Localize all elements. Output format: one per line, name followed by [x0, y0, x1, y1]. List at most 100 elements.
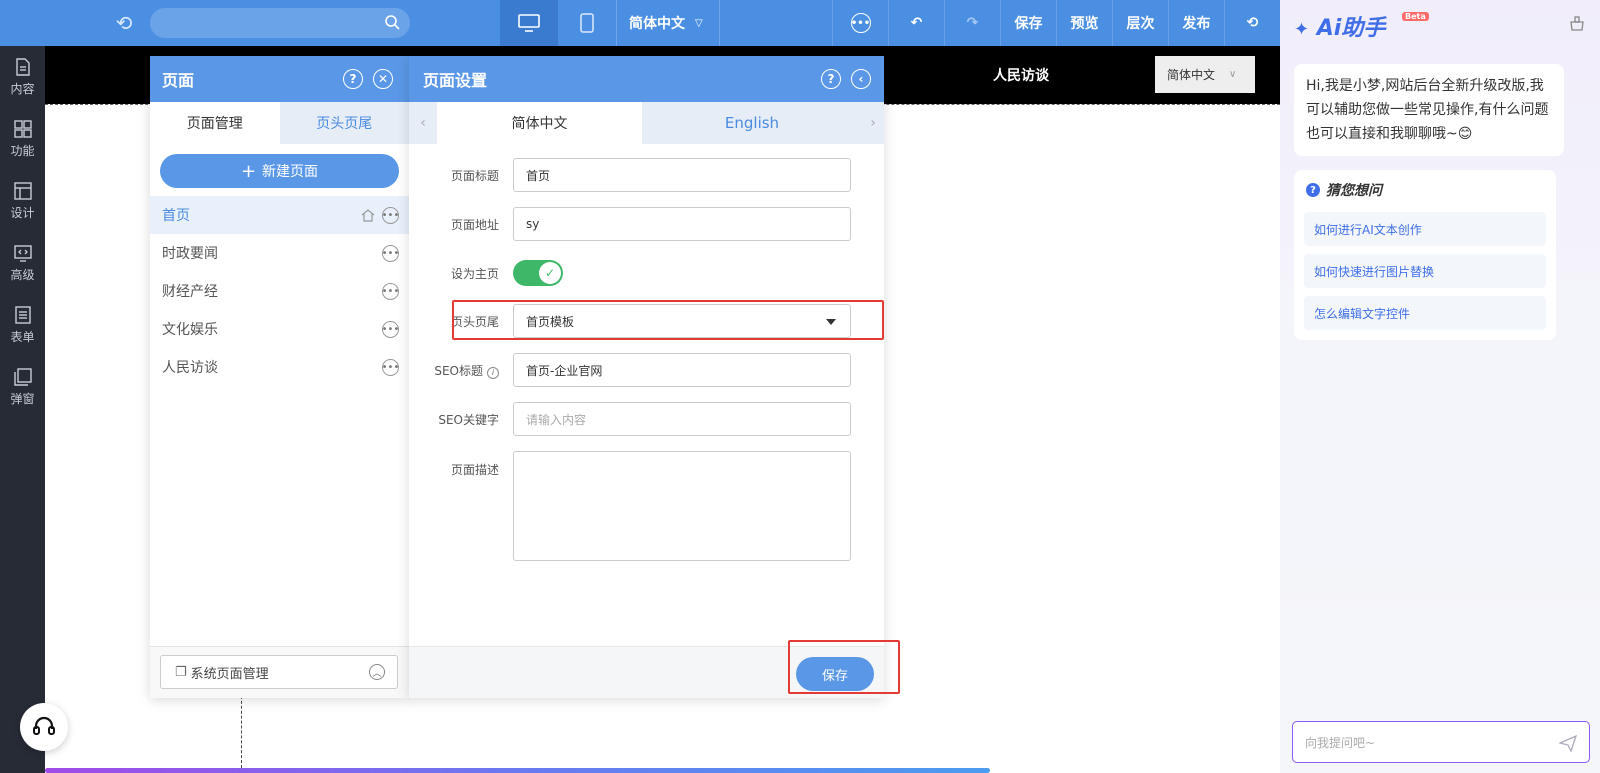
homepage-toggle[interactable]: ✓: [513, 260, 563, 286]
progress-bar: [45, 768, 990, 773]
tab-lang-en[interactable]: English: [642, 102, 862, 144]
suggested-title: 猜您想问: [1326, 183, 1382, 199]
sidebar-item-label: 设计: [10, 206, 35, 220]
form-icon: [14, 306, 31, 324]
top-toolbar: ⟲ 简体中文 ▽ ••• ↶ ↷ 保存 预览 层次 发布 ⟲: [0, 0, 1280, 46]
form-row-homepage: 设为主页 ✓: [409, 260, 563, 286]
page-title-input[interactable]: 首页: [513, 158, 851, 192]
ai-chat-input[interactable]: 向我提问吧~: [1292, 721, 1590, 763]
site-nav-item[interactable]: 人民访谈: [993, 65, 1049, 85]
sidebar-item-popup[interactable]: 弹窗: [0, 356, 45, 418]
tab-lang-zh[interactable]: 简体中文: [437, 102, 642, 144]
help-icon[interactable]: ?: [821, 69, 841, 89]
system-pages-label: 系统页面管理: [190, 666, 269, 682]
ai-greeting-message: Hi,我是小梦,网站后台全新升级改版,我可以辅助您做一些常见操作,有什么问题也可…: [1294, 64, 1564, 156]
customer-service-button[interactable]: [20, 703, 68, 751]
page-list-item[interactable]: 人民访谈 •••: [150, 348, 409, 386]
page-url-input[interactable]: sy: [513, 207, 851, 241]
search-input[interactable]: [150, 8, 410, 38]
check-icon: ✓: [539, 262, 561, 284]
help-icon[interactable]: ?: [343, 69, 363, 89]
plus-icon: +: [240, 160, 257, 182]
publish-button[interactable]: 发布: [1168, 0, 1224, 46]
ai-input-placeholder: 向我提问吧~: [1305, 735, 1376, 750]
page-list-item[interactable]: 财经产经 •••: [150, 272, 409, 310]
more-icon[interactable]: •••: [382, 283, 399, 300]
toolbar-actions: ••• ↶ ↷ 保存 预览 层次 发布 ⟲: [832, 0, 1280, 46]
suggested-question[interactable]: 如何进行AI文本创作: [1304, 212, 1546, 246]
seo-title-text: SEO标题: [434, 363, 483, 378]
settings-language-tabs: ‹ 简体中文 English ›: [409, 102, 884, 144]
home-icon: [361, 209, 375, 222]
clear-icon[interactable]: [1568, 14, 1586, 32]
back-icon[interactable]: ⟲: [112, 11, 136, 35]
suggested-question[interactable]: 怎么编辑文字控件: [1304, 296, 1546, 330]
highlight-header-footer: [452, 300, 884, 340]
form-row-url: 页面地址 sy: [409, 207, 851, 241]
layers-button[interactable]: 层次: [1112, 0, 1168, 46]
preview-button[interactable]: 预览: [1056, 0, 1112, 46]
save-toolbar-button[interactable]: 保存: [1000, 0, 1056, 46]
new-page-label: 新建页面: [262, 164, 319, 180]
sidebar-item-content[interactable]: 内容: [0, 46, 45, 108]
seo-title-input[interactable]: 首页-企业官网: [513, 353, 851, 387]
desktop-view-button[interactable]: [500, 0, 558, 46]
site-language-label: 简体中文: [1167, 68, 1216, 82]
page-url-label: 页面地址: [450, 217, 499, 232]
popup-icon: [13, 368, 32, 386]
design-icon: [13, 182, 32, 200]
sidebar-item-functions[interactable]: 功能: [0, 108, 45, 170]
beta-badge: Beta: [1402, 12, 1429, 21]
redo-button[interactable]: ↷: [944, 0, 1000, 46]
seo-keywords-input[interactable]: 请输入内容: [513, 402, 851, 436]
device-switcher: [500, 0, 616, 46]
site-language-select[interactable]: 简体中文 ∨: [1155, 56, 1255, 93]
more-icon[interactable]: •••: [382, 359, 399, 376]
history-button[interactable]: ⟲: [1224, 0, 1280, 46]
close-icon[interactable]: ✕: [373, 69, 393, 89]
sidebar-item-label: 表单: [10, 330, 35, 344]
left-sidebar: 内容 功能 设计 高级 表单 弹窗: [0, 46, 45, 773]
sidebar-item-label: 弹窗: [10, 392, 35, 406]
question-icon: ?: [1306, 183, 1320, 197]
language-dropdown[interactable]: 简体中文 ▽: [616, 0, 720, 46]
page-settings-panel: 页面设置 ? ‹ ‹ 简体中文 English › 页面标题 首页 页面地址 s…: [409, 56, 884, 698]
sidebar-item-design[interactable]: 设计: [0, 170, 45, 232]
sidebar-item-advanced[interactable]: 高级: [0, 232, 45, 294]
suggested-questions: ? 猜您想问 如何进行AI文本创作 如何快速进行图片替换 怎么编辑文字控件: [1294, 170, 1556, 340]
chevron-left-icon[interactable]: ‹: [409, 102, 437, 144]
page-panel-footer: ❐ 系统页面管理 ︿: [150, 646, 409, 698]
more-icon: •••: [850, 13, 871, 33]
mobile-icon: [580, 13, 594, 33]
copy-icon: ❐: [175, 664, 187, 680]
more-icon[interactable]: •••: [382, 245, 399, 262]
description-textarea[interactable]: [513, 451, 851, 561]
suggested-question[interactable]: 如何快速进行图片替换: [1304, 254, 1546, 288]
mobile-view-button[interactable]: [558, 0, 616, 46]
homepage-label: 设为主页: [450, 266, 499, 281]
sidebar-item-forms[interactable]: 表单: [0, 294, 45, 356]
system-pages-button[interactable]: ❐ 系统页面管理 ︿: [160, 655, 398, 689]
more-icon[interactable]: •••: [382, 321, 399, 338]
page-panel-tabs: 页面管理 页头页尾: [150, 102, 409, 144]
description-label: 页面描述: [450, 463, 499, 477]
language-label: 简体中文: [629, 16, 685, 32]
collapse-icon[interactable]: ‹: [851, 69, 871, 89]
undo-button[interactable]: ↶: [888, 0, 944, 46]
page-list-item[interactable]: 时政要闻 •••: [150, 234, 409, 272]
page-name: 时政要闻: [162, 246, 218, 262]
page-name: 人民访谈: [162, 360, 218, 376]
more-icon[interactable]: •••: [382, 207, 399, 224]
send-icon[interactable]: [1559, 734, 1577, 752]
chevron-right-icon[interactable]: ›: [862, 102, 884, 144]
tab-page-management[interactable]: 页面管理: [150, 102, 280, 144]
page-list-item[interactable]: 文化娱乐 •••: [150, 310, 409, 348]
page-panel-header: 页面 ? ✕: [150, 56, 409, 102]
more-button[interactable]: •••: [832, 0, 888, 46]
page-list-item[interactable]: 首页 •••: [150, 196, 409, 234]
tab-header-footer[interactable]: 页头页尾: [279, 102, 409, 144]
sparkle-icon: ✦: [1294, 19, 1310, 40]
new-page-button[interactable]: + 新建页面: [160, 154, 399, 188]
info-icon[interactable]: i: [487, 366, 499, 379]
page-name: 首页: [162, 208, 190, 224]
